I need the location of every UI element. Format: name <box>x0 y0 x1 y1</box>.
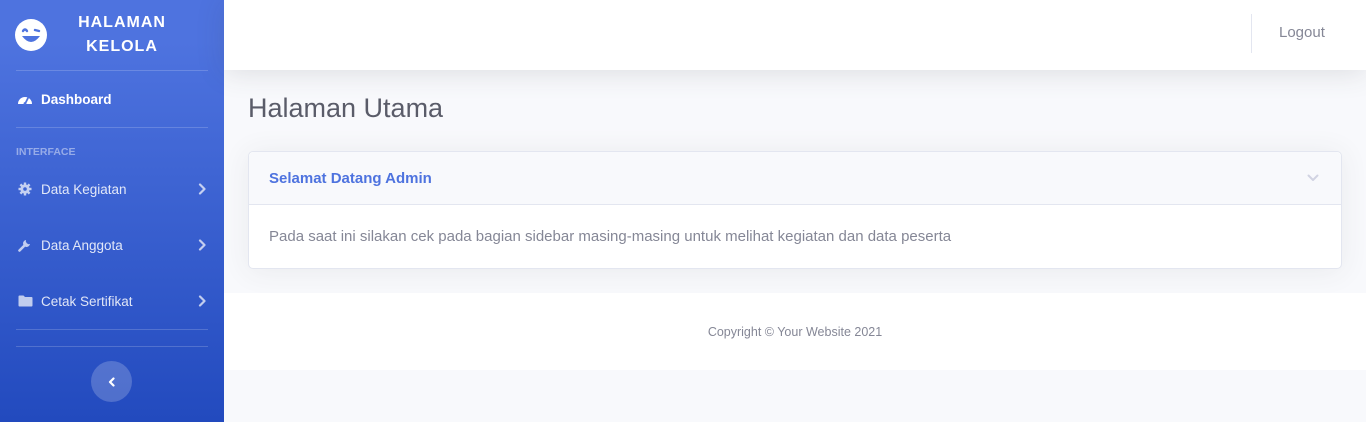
sidebar-item-label: Data Kegiatan <box>41 181 127 197</box>
chevron-right-icon <box>198 239 208 251</box>
sidebar-item-label: Dashboard <box>41 91 112 107</box>
card-title: Selamat Datang Admin <box>269 169 432 187</box>
logout-link[interactable]: Logout <box>1279 24 1325 41</box>
wrench-icon <box>16 238 34 252</box>
topbar-divider <box>1251 14 1252 53</box>
cog-icon <box>16 182 34 196</box>
sidebar-divider <box>16 346 208 347</box>
sidebar-item-label: Data Anggota <box>41 237 123 253</box>
sidebar-divider <box>16 329 208 330</box>
page-title: Halaman Utama <box>248 93 444 123</box>
folder-icon <box>16 294 34 308</box>
chevron-right-icon <box>198 183 208 195</box>
chevron-left-icon <box>108 376 116 387</box>
sidebar-item-cetak-sertifikat[interactable]: Cetak Sertifikat <box>0 273 224 329</box>
sidebar-toggle-button[interactable] <box>91 361 132 402</box>
sidebar-heading: INTERFACE <box>16 146 76 158</box>
chevron-down-icon <box>1307 173 1321 183</box>
welcome-card: Selamat Datang Admin Pada saat ini silak… <box>248 151 1342 269</box>
tachometer-icon <box>16 92 34 106</box>
sidebar-brand[interactable]: HALAMAN KELOLA <box>0 0 224 70</box>
sidebar-item-dashboard[interactable]: Dashboard <box>0 71 224 127</box>
chevron-right-icon <box>198 295 208 307</box>
brand-title: HALAMAN KELOLA <box>78 14 166 55</box>
sidebar-item-data-kegiatan[interactable]: Data Kegiatan <box>0 161 224 217</box>
laugh-wink-icon <box>14 18 48 52</box>
footer: Copyright © Your Website 2021 <box>224 293 1366 370</box>
copyright-text: Copyright © Your Website 2021 <box>707 324 883 339</box>
sidebar-item-label: Cetak Sertifikat <box>41 293 133 309</box>
sidebar-item-data-anggota[interactable]: Data Anggota <box>0 217 224 273</box>
topbar: Logout <box>224 0 1366 70</box>
sidebar: HALAMAN KELOLA Dashboard INTERFACE Data … <box>0 0 224 422</box>
card-header[interactable]: Selamat Datang Admin <box>249 152 1341 205</box>
card-body: Pada saat ini silakan cek pada bagian si… <box>269 228 952 245</box>
